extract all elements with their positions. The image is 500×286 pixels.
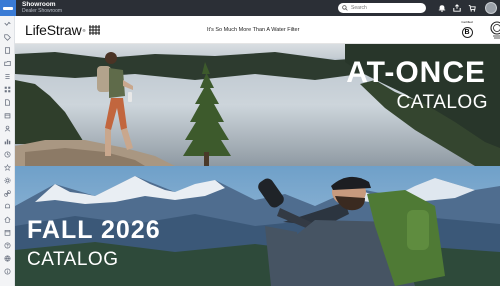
sidebar bbox=[0, 16, 15, 286]
b-corp-icon: B bbox=[461, 27, 473, 38]
info-icon[interactable] bbox=[3, 267, 12, 276]
link-icon[interactable] bbox=[3, 189, 12, 198]
clock-icon[interactable] bbox=[3, 150, 12, 159]
trademark-symbol: ® bbox=[82, 27, 86, 33]
folder-icon[interactable] bbox=[3, 59, 12, 68]
search-input[interactable] bbox=[351, 5, 421, 11]
box-icon[interactable] bbox=[3, 111, 12, 120]
chart-icon[interactable] bbox=[3, 137, 12, 146]
tag-icon[interactable] bbox=[3, 33, 12, 42]
tagline: It's So Much More Than A Water Filter bbox=[207, 27, 300, 33]
user-avatar[interactable] bbox=[485, 2, 497, 14]
help-icon[interactable] bbox=[3, 241, 12, 250]
fall-2026-catalog-banner[interactable]: FALL 2026 CATALOG bbox=[15, 166, 500, 286]
share-icon[interactable] bbox=[453, 4, 461, 12]
brand-name: LifeStraw bbox=[25, 22, 82, 38]
search-box[interactable] bbox=[338, 3, 426, 13]
banner-subtitle: CATALOG bbox=[396, 92, 488, 113]
menu-icon[interactable] bbox=[3, 20, 12, 29]
app-subtitle-text: Dealer Showroom bbox=[22, 8, 63, 15]
banner-subtitle: CATALOG bbox=[27, 249, 119, 270]
at-once-catalog-banner[interactable]: AT-ONCE CATALOG bbox=[15, 44, 500, 166]
certification-seal-icon bbox=[490, 21, 500, 39]
bell-icon[interactable] bbox=[3, 202, 12, 211]
search-icon bbox=[342, 5, 348, 11]
cart-icon[interactable] bbox=[468, 4, 476, 12]
home-icon[interactable] bbox=[3, 215, 12, 224]
list-icon[interactable] bbox=[3, 72, 12, 81]
banner-title: AT-ONCE bbox=[346, 56, 486, 89]
settings-icon[interactable] bbox=[3, 176, 12, 185]
star-icon[interactable] bbox=[3, 163, 12, 172]
globe-icon[interactable] bbox=[3, 254, 12, 263]
certified-label: Certified bbox=[461, 20, 473, 24]
top-bar: Showroom Dealer Showroom bbox=[0, 0, 500, 16]
page-header: LifeStraw ® It's So Much More Than A Wate… bbox=[15, 16, 500, 44]
document-icon[interactable] bbox=[3, 46, 12, 55]
app-title: Showroom Dealer Showroom bbox=[22, 1, 63, 15]
brand-grid-icon bbox=[89, 25, 101, 35]
file-icon[interactable] bbox=[3, 98, 12, 107]
app-logo-icon[interactable] bbox=[0, 0, 16, 16]
people-icon[interactable] bbox=[3, 124, 12, 133]
b-corp-badge: Certified B bbox=[460, 19, 474, 41]
grid-icon[interactable] bbox=[3, 85, 12, 94]
notifications-icon[interactable] bbox=[438, 4, 446, 12]
brand-logo[interactable]: LifeStraw ® bbox=[25, 22, 101, 38]
calendar-icon[interactable] bbox=[3, 228, 12, 237]
banner-title: FALL 2026 bbox=[27, 216, 161, 244]
